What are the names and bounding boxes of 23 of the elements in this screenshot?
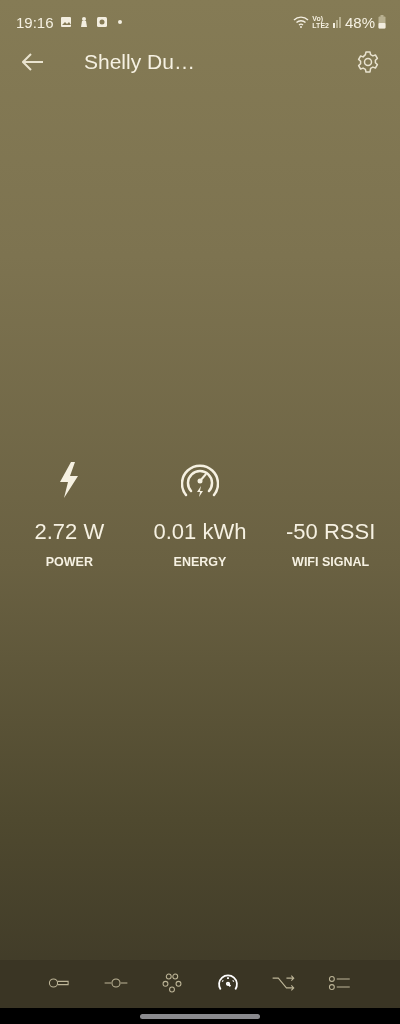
screen-title: Shelly Du… bbox=[84, 50, 196, 74]
stat-value: 0.01 kWh bbox=[153, 519, 247, 545]
stat-value: -50 RSSI bbox=[286, 519, 376, 545]
signal-icon bbox=[331, 16, 342, 28]
stat-label: WIFI SIGNAL bbox=[292, 555, 370, 569]
dots-icon[interactable] bbox=[159, 973, 185, 993]
camera-icon bbox=[95, 16, 108, 28]
clock-time: 19:16 bbox=[16, 13, 54, 31]
gauge-icon bbox=[181, 461, 219, 499]
battery-percent: 48% bbox=[344, 13, 375, 31]
home-indicator[interactable] bbox=[140, 1013, 260, 1019]
settings-icon[interactable] bbox=[356, 50, 380, 74]
stat-label: ENERGY bbox=[173, 555, 227, 569]
battery-icon bbox=[378, 15, 386, 29]
stat-label: POWER bbox=[45, 555, 93, 569]
stat-value: 2.72 W bbox=[34, 519, 105, 545]
wifi-icon bbox=[293, 16, 310, 28]
list-icon[interactable] bbox=[327, 973, 353, 993]
shuffle-icon[interactable] bbox=[271, 973, 297, 993]
image-icon bbox=[59, 16, 72, 28]
gauge-icon[interactable] bbox=[215, 973, 241, 993]
back-arrow-icon[interactable] bbox=[22, 53, 44, 71]
lightning-icon bbox=[59, 461, 80, 499]
